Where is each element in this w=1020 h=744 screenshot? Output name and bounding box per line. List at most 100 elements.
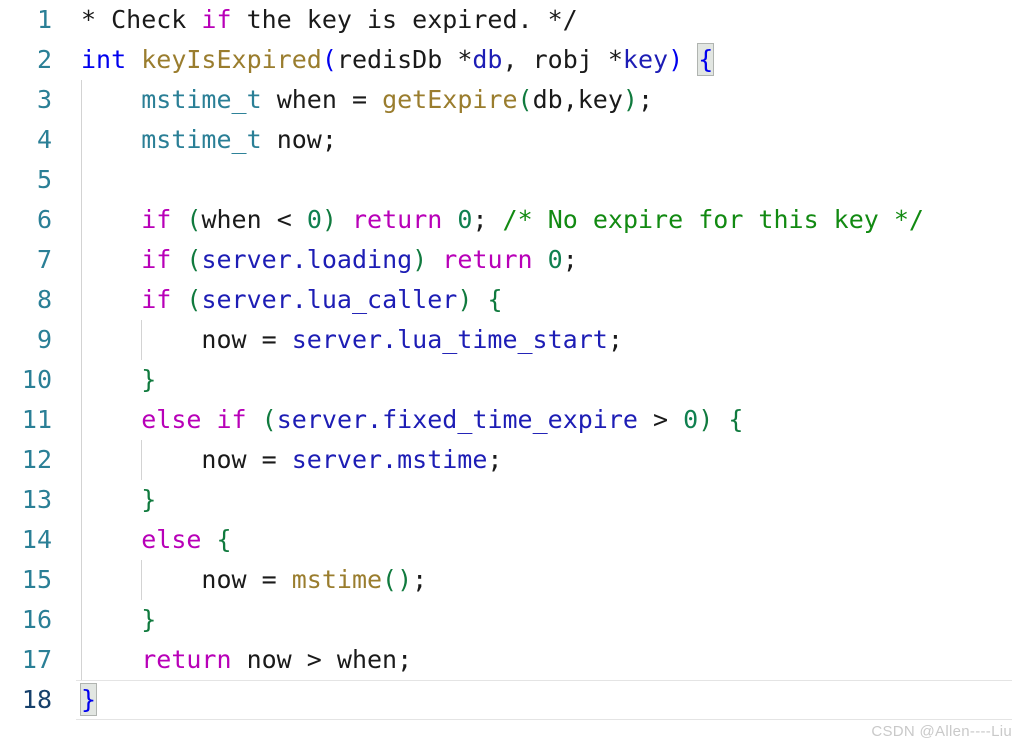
code-token: (	[321, 45, 337, 74]
code-line[interactable]: 12 now = server.mstime;	[0, 440, 1020, 480]
code-line[interactable]: 17 return now > when;	[0, 640, 1020, 680]
line-content: mstime_t now;	[81, 120, 337, 160]
code-line[interactable]: 18}	[0, 680, 1020, 720]
code-line[interactable]: 9 now = server.lua_time_start;	[0, 320, 1020, 360]
code-token: server.fixed_time_expire	[276, 405, 638, 434]
code-token: 0	[306, 205, 322, 234]
code-line[interactable]: 15 now = mstime();	[0, 560, 1020, 600]
code-token: )	[321, 205, 337, 234]
code-line[interactable]: 2 int keyIsExpired(redisDb *db, robj *key…	[0, 40, 1020, 80]
code-token: /* No expire for this key */	[502, 205, 924, 234]
code-token: * Check	[81, 5, 202, 34]
code-token: if	[141, 205, 172, 234]
code-token: if	[201, 5, 232, 34]
code-line[interactable]: 8 if (server.lua_caller) {	[0, 280, 1020, 320]
code-token: {	[216, 525, 232, 554]
code-token: return	[442, 245, 533, 274]
code-token: )	[412, 245, 428, 274]
line-content: }	[81, 480, 156, 520]
code-token: server.lua_time_start	[291, 325, 608, 354]
line-number: 2	[36, 45, 52, 74]
code-token: (	[186, 285, 202, 314]
code-token: when <	[201, 205, 307, 234]
code-token: ;	[412, 565, 428, 594]
line-number: 12	[21, 445, 52, 474]
code-token: }	[141, 485, 157, 514]
code-line[interactable]: 13 }	[0, 480, 1020, 520]
code-token: when =	[261, 85, 383, 114]
code-line[interactable]: 6 if (when < 0) return 0; /* No expire f…	[0, 200, 1020, 240]
line-content: return now > when;	[81, 640, 412, 680]
code-token: int	[81, 45, 127, 74]
line-content: now = server.lua_time_start;	[81, 320, 622, 360]
line-number: 14	[21, 525, 52, 554]
line-content: }	[79, 680, 98, 720]
line-content: else if (server.fixed_time_expire > 0) {	[81, 400, 743, 440]
code-token: return	[352, 205, 443, 234]
code-line[interactable]: 7 if (server.loading) return 0;	[0, 240, 1020, 280]
code-token: {	[728, 405, 744, 434]
code-line[interactable]: 1 * Check if the key is expired. */	[0, 0, 1020, 40]
code-token: mstime_t	[141, 125, 262, 154]
line-content: else {	[81, 520, 232, 560]
code-token: )	[698, 405, 714, 434]
code-token: >	[637, 405, 684, 434]
code-lines-container[interactable]: 1 * Check if the key is expired. */ 2 int k…	[0, 0, 1020, 720]
code-token: if	[141, 245, 172, 274]
line-content: if (when < 0) return 0; /* No expire for…	[81, 200, 924, 240]
code-token: )	[668, 45, 684, 74]
code-token: ;	[487, 445, 503, 474]
line-content: }	[81, 600, 156, 640]
line-number: 13	[21, 485, 52, 514]
code-token: 0	[457, 205, 473, 234]
code-line[interactable]: 14 else {	[0, 520, 1020, 560]
code-token: mstime	[291, 565, 383, 594]
code-token: (	[382, 565, 398, 594]
line-number: 5	[36, 165, 52, 194]
code-token: {	[487, 285, 503, 314]
code-line[interactable]: 3 mstime_t when = getExpire(db,key);	[0, 80, 1020, 120]
code-token: server.mstime	[291, 445, 488, 474]
code-line[interactable]: 11 else if (server.fixed_time_expire > 0…	[0, 400, 1020, 440]
code-token: keyIsExpired	[141, 45, 322, 74]
line-content: mstime_t when = getExpire(db,key);	[81, 80, 653, 120]
line-number: 6	[36, 205, 52, 234]
line-number: 11	[21, 405, 52, 434]
code-token: )	[622, 85, 638, 114]
code-token: now =	[201, 445, 292, 474]
code-token: if	[216, 405, 247, 434]
code-token: key	[622, 45, 669, 74]
code-token: }	[141, 605, 157, 634]
code-line[interactable]: 10 }	[0, 360, 1020, 400]
code-token: else	[141, 405, 202, 434]
code-token: , robj *	[502, 45, 623, 74]
code-token: ;	[637, 85, 654, 114]
code-token: getExpire	[382, 85, 518, 114]
code-token: }	[141, 365, 157, 394]
code-line[interactable]: 4 mstime_t now;	[0, 120, 1020, 160]
code-line[interactable]: 16 }	[0, 600, 1020, 640]
line-number: 10	[21, 365, 52, 394]
code-token: return	[141, 645, 232, 674]
indent-guide	[81, 160, 82, 200]
code-token: server.lua_caller	[201, 285, 458, 314]
code-token: )	[397, 565, 413, 594]
code-token: redisDb *	[336, 45, 473, 74]
code-line[interactable]: 5	[0, 160, 1020, 200]
code-token: db	[472, 45, 503, 74]
code-token: now =	[201, 325, 292, 354]
line-content: now = mstime();	[81, 560, 427, 600]
code-editor[interactable]: 1 * Check if the key is expired. */ 2 int k…	[0, 0, 1020, 744]
